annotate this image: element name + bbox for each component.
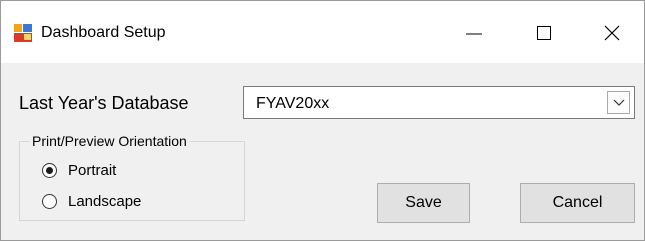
maximize-icon: [537, 26, 551, 40]
portrait-label: Portrait: [68, 162, 117, 179]
landscape-label: Landscape: [68, 193, 142, 210]
chevron-down-icon: [613, 99, 625, 106]
cancel-button[interactable]: Cancel: [520, 183, 635, 223]
database-dropdown[interactable]: FYAV20xx: [243, 86, 635, 119]
minimize-icon: [466, 33, 482, 35]
dashboard-setup-window: Dashboard Setup Last Year's Database FYA…: [0, 0, 645, 241]
close-icon: [604, 25, 620, 41]
radio-circle-unchecked: [42, 194, 57, 209]
save-button[interactable]: Save: [377, 183, 470, 223]
window-title: Dashboard Setup: [41, 24, 166, 41]
database-selected-value: FYAV20xx: [256, 95, 330, 112]
orientation-legend: Print/Preview Orientation: [29, 133, 190, 149]
dashboard-app-icon: [14, 24, 32, 42]
database-label: Last Year's Database: [19, 93, 189, 113]
dropdown-arrow-button[interactable]: [607, 91, 630, 114]
close-button[interactable]: [589, 13, 635, 53]
minimize-button[interactable]: [451, 13, 497, 53]
radio-circle-checked: [42, 163, 57, 178]
radio-dot: [46, 167, 53, 174]
title-bar: Dashboard Setup: [1, 1, 644, 63]
maximize-button[interactable]: [521, 13, 567, 53]
